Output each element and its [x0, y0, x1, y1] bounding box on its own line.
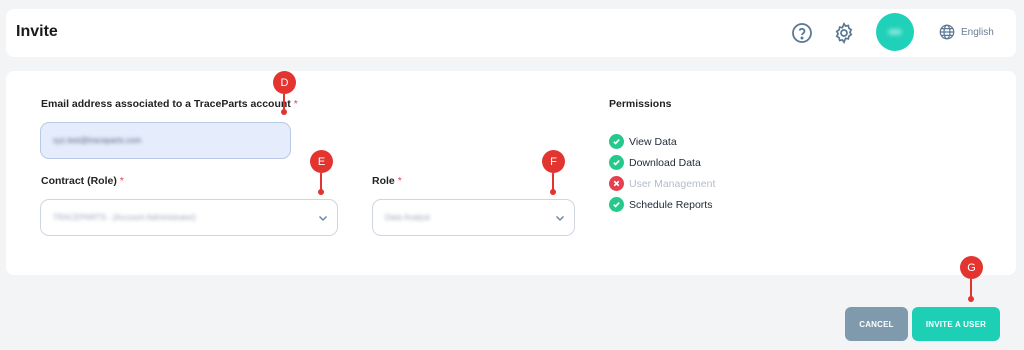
permission-label: Download Data: [629, 156, 701, 169]
marker-g: G: [960, 256, 983, 279]
language-selector[interactable]: English: [938, 23, 994, 41]
contract-label: Contract (Role) *: [41, 175, 124, 187]
check-icon: [609, 197, 624, 212]
marker-f-dot: [550, 189, 556, 195]
invite-form-card: Email address associated to a TraceParts…: [6, 71, 1016, 275]
permission-item: View Data: [609, 134, 677, 149]
permission-item: Schedule Reports: [609, 197, 712, 212]
role-value: Data Analyst: [385, 213, 430, 222]
email-label: Email address associated to a TraceParts…: [41, 98, 298, 110]
contract-select[interactable]: TRACEPARTS - [Account Administrator]: [40, 199, 338, 236]
marker-d-line: [283, 94, 285, 110]
globe-icon: [939, 24, 955, 40]
marker-g-line: [970, 279, 972, 297]
marker-e: E: [310, 150, 333, 173]
help-icon[interactable]: [790, 21, 814, 45]
invite-user-button[interactable]: INVITE A USER: [912, 307, 1000, 341]
email-value: xyz.test@traceparts.com: [53, 136, 142, 145]
required-mark: *: [397, 175, 402, 187]
permission-label: Schedule Reports: [629, 198, 713, 211]
top-header: Invite English: [6, 9, 1016, 57]
permission-label: User Management: [629, 177, 716, 190]
email-label-text: Email address associated to a TraceParts…: [41, 98, 291, 110]
role-label-text: Role: [372, 175, 395, 187]
marker-e-dot: [318, 189, 324, 195]
cancel-button[interactable]: CANCEL: [845, 307, 908, 341]
chevron-down-icon: [555, 215, 565, 222]
email-field[interactable]: xyz.test@traceparts.com: [40, 122, 291, 159]
page-title: Invite: [16, 23, 58, 40]
settings-icon[interactable]: [832, 21, 856, 45]
marker-e-line: [320, 173, 322, 190]
marker-f: F: [542, 150, 565, 173]
marker-d-dot: [281, 109, 287, 115]
permissions-title: Permissions: [609, 98, 672, 110]
marker-d: D: [273, 71, 296, 94]
permission-item: Download Data: [609, 155, 701, 170]
marker-g-dot: [968, 296, 974, 302]
close-icon: [609, 176, 624, 191]
check-icon: [609, 155, 624, 170]
marker-f-line: [552, 173, 554, 190]
check-icon: [609, 134, 624, 149]
permission-label: View Data: [629, 135, 677, 148]
contract-label-text: Contract (Role): [41, 175, 117, 187]
chevron-down-icon: [318, 215, 328, 222]
required-mark: *: [119, 175, 124, 187]
permission-item: User Management: [609, 176, 715, 191]
user-avatar[interactable]: [876, 13, 914, 51]
role-label: Role *: [372, 175, 402, 187]
role-select[interactable]: Data Analyst: [372, 199, 575, 236]
required-mark: *: [293, 98, 298, 110]
language-label: English: [961, 26, 994, 38]
contract-value: TRACEPARTS - [Account Administrator]: [53, 213, 196, 222]
